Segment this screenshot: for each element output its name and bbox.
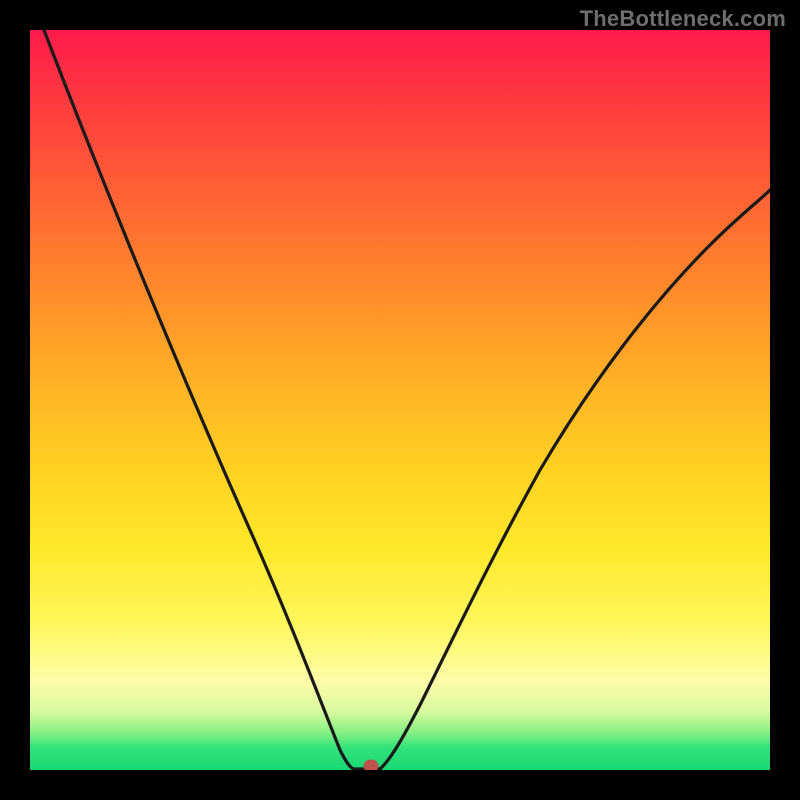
- chart-frame: TheBottleneck.com: [0, 0, 800, 800]
- optimal-point-marker: [364, 760, 378, 770]
- plot-area: [30, 30, 770, 770]
- bottleneck-curve: [30, 30, 770, 770]
- branding-label: TheBottleneck.com: [580, 6, 786, 32]
- curve-right-branch: [380, 190, 770, 769]
- curve-left-branch: [44, 30, 354, 769]
